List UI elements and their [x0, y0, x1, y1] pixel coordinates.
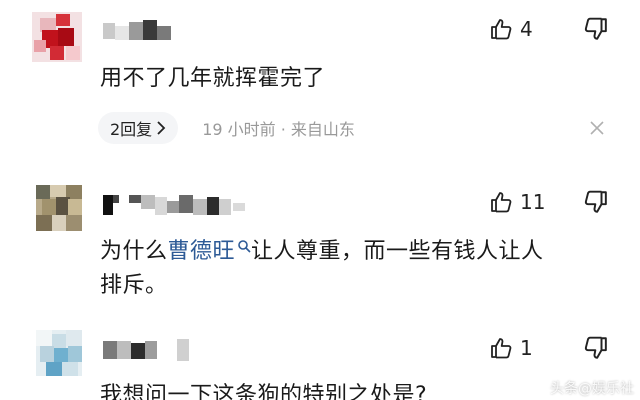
comment-text: 为什么曹德旺 让人尊重，而一些有钱人让人排斥。: [100, 235, 610, 303]
avatar[interactable]: [32, 12, 82, 62]
username-blurred[interactable]: [103, 193, 253, 215]
username-blurred[interactable]: [103, 20, 173, 42]
thumbs-up-icon: [491, 192, 512, 213]
like-count: 4: [520, 17, 533, 41]
thumbs-down-icon[interactable]: [582, 335, 608, 361]
thumbs-up-icon: [491, 338, 512, 359]
view-replies-button[interactable]: 2回复: [98, 112, 179, 144]
avatar[interactable]: [36, 330, 82, 376]
like-button[interactable]: 1: [490, 335, 533, 361]
thumbs-up-icon: [491, 19, 512, 40]
search-icon[interactable]: [237, 239, 251, 253]
comment-item: 11 为什么曹德旺 让人尊重，而一些有钱人让人排斥。: [0, 175, 640, 320]
comment-text: 我想问一下这条狗的特别之处是?: [100, 383, 428, 400]
mention-link[interactable]: 曹德旺: [168, 239, 236, 264]
chevron-right-icon: [157, 121, 166, 135]
like-button[interactable]: 4: [490, 16, 533, 42]
username-blurred[interactable]: [103, 339, 193, 361]
comment-meta: 2回复 19 小时前 · 来自山东: [98, 112, 355, 144]
comment-item: 1 我想问一下这条狗的特别之处是?: [0, 325, 640, 400]
comment-item: 4 用不了几年就挥霍完了 2回复 19 小时前 · 来自山东: [0, 0, 640, 165]
comment-text-after: 让人尊重，而一些有钱人让人: [251, 239, 544, 264]
like-count: 1: [520, 336, 533, 360]
like-count: 11: [520, 190, 546, 214]
reply-count-label: 2回复: [110, 120, 153, 139]
watermark: 头条@娱乐社: [550, 381, 634, 397]
avatar[interactable]: [36, 185, 82, 231]
comment-text: 用不了几年就挥霍完了: [100, 66, 326, 91]
close-icon[interactable]: [589, 120, 605, 136]
like-button[interactable]: 11: [490, 189, 545, 215]
thumbs-down-icon[interactable]: [582, 189, 608, 215]
comment-text-before: 为什么: [100, 239, 168, 264]
comment-text-line2: 排斥。: [100, 273, 168, 298]
comment-feed: 4 用不了几年就挥霍完了 2回复 19 小时前 · 来自山东 11 为什么曹德旺…: [0, 0, 640, 400]
comment-time-location: 19 小时前 · 来自山东: [202, 120, 355, 139]
thumbs-down-icon[interactable]: [582, 16, 608, 42]
